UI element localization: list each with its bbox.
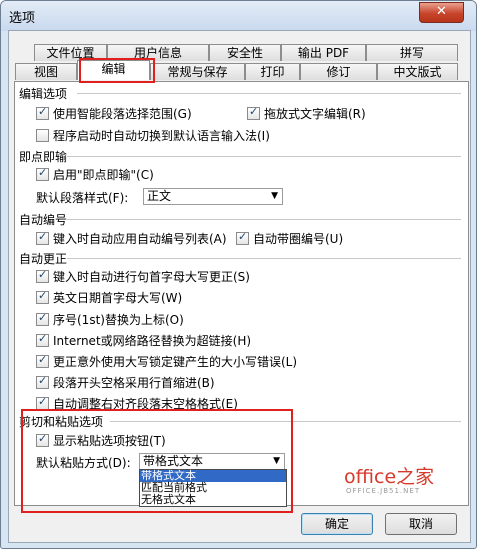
checkbox-box[interactable] — [36, 129, 49, 142]
click-and-type-checkbox[interactable]: 启用"即点即输"(C) — [36, 166, 154, 183]
section-divider — [77, 93, 461, 94]
tab-view[interactable]: 视图 — [15, 63, 77, 80]
tab-edit[interactable]: 编辑 — [77, 60, 150, 80]
cancel-button[interactable]: 取消 — [385, 513, 457, 535]
checkbox-label: Internet或网络路径替换为超链接(H) — [53, 334, 252, 348]
checkbox-box[interactable] — [36, 105, 49, 120]
drag-drop-checkbox[interactable]: 拖放式文字编辑(R) — [247, 105, 366, 122]
section-title-paste: 剪切和粘贴选项 — [19, 415, 104, 429]
circle-number-checkbox[interactable]: 自动带圈编号(U) — [236, 230, 343, 247]
tab-user-info[interactable]: 用户信息 — [107, 44, 209, 61]
dialog-title: 选项 — [9, 11, 36, 26]
autocorrect-right-align-checkbox[interactable]: 自动调整右对齐段落末空格格式(E) — [36, 395, 238, 412]
checkbox-label: 显示粘贴选项按钮(T) — [53, 434, 166, 448]
checkbox-label: 自动带圈编号(U) — [253, 232, 344, 246]
checkbox-box[interactable] — [36, 432, 49, 447]
checkbox-label: 段落开头空格采用行首缩进(B) — [53, 376, 215, 390]
section-divider — [67, 219, 461, 220]
chevron-down-icon: ▼ — [273, 456, 280, 466]
autocorrect-indent-checkbox[interactable]: 段落开头空格采用行首缩进(B) — [36, 374, 215, 391]
auto-switch-lang-checkbox[interactable]: 程序启动时自动切换到默认语言输入法(I) — [36, 127, 270, 144]
default-paste-label: 默认粘贴方式(D): — [36, 456, 131, 470]
default-style-select[interactable]: 正文 ▼ — [143, 188, 283, 205]
tab-file-location[interactable]: 文件位置 — [34, 44, 107, 61]
checkbox-label: 拖放式文字编辑(R) — [264, 107, 366, 121]
checkbox-label: 键入时自动应用自动编号列表(A) — [53, 232, 227, 246]
section-divider — [67, 156, 461, 157]
checkbox-box[interactable] — [247, 105, 260, 120]
checkbox-box[interactable] — [36, 268, 49, 283]
checkbox-label: 自动调整右对齐段落末空格格式(E) — [53, 397, 238, 411]
autocorrect-ordinal-checkbox[interactable]: 序号(1st)替换为上标(O) — [36, 311, 184, 328]
checkbox-box[interactable] — [236, 230, 249, 245]
section-title-click-and-type: 即点即输 — [19, 150, 68, 164]
checkbox-label: 使用智能段落选择范围(G) — [53, 107, 192, 121]
tab-label: 编辑 — [101, 62, 126, 76]
tab-print[interactable]: 打印 — [245, 63, 300, 80]
autocorrect-date-checkbox[interactable]: 英文日期首字母大写(W) — [36, 289, 182, 306]
tab-export-pdf[interactable]: 输出 PDF — [281, 44, 366, 61]
checkbox-box[interactable] — [36, 289, 49, 304]
tab-track-changes[interactable]: 修订 — [300, 63, 377, 80]
tab-spelling[interactable]: 拼写 — [366, 44, 458, 61]
options-dialog: 选项 ✕ 文件位置 用户信息 安全性 输出 PDF 拼写 视图 编辑 常规与保存… — [0, 0, 477, 549]
show-paste-button-checkbox[interactable]: 显示粘贴选项按钮(T) — [36, 432, 166, 449]
edit-tab-panel: 编辑选项 使用智能段落选择范围(G) 拖放式文字编辑(R) 程序启动时自动切换到… — [14, 81, 469, 507]
checkbox-label: 序号(1st)替换为上标(O) — [53, 313, 184, 327]
checkbox-box[interactable] — [36, 166, 49, 181]
tab-label: 常规与保存 — [167, 65, 228, 79]
tab-label: 视图 — [33, 65, 58, 79]
autocorrect-capitalize-checkbox[interactable]: 键入时自动进行句首字母大写更正(S) — [36, 268, 250, 285]
default-paste-select[interactable]: 带格式文本 ▼ — [139, 453, 285, 470]
select-value: 正文 — [147, 189, 172, 203]
checkbox-box[interactable] — [36, 395, 49, 410]
checkbox-box[interactable] — [36, 311, 49, 326]
tab-label: 中文版式 — [393, 65, 442, 79]
watermark-url: OFFICE.JB51.NET — [346, 487, 421, 495]
auto-number-list-checkbox[interactable]: 键入时自动应用自动编号列表(A) — [36, 230, 227, 247]
checkbox-label: 启用"即点即输"(C) — [53, 168, 154, 182]
section-divider — [110, 421, 461, 422]
checkbox-label: 英文日期首字母大写(W) — [53, 291, 183, 305]
tab-label: 修订 — [326, 65, 351, 79]
checkbox-box[interactable] — [36, 374, 49, 389]
section-title-autocorrect: 自动更正 — [19, 252, 68, 266]
autocorrect-hyperlink-checkbox[interactable]: Internet或网络路径替换为超链接(H) — [36, 332, 251, 349]
paste-options-dropdown: 带格式文本 匹配当前格式 无格式文本 — [139, 469, 287, 507]
section-divider — [67, 258, 461, 259]
autocorrect-capslock-checkbox[interactable]: 更正意外使用大写锁定键产生的大小写错误(L) — [36, 353, 297, 370]
close-button[interactable]: ✕ — [419, 2, 464, 23]
tab-label: 用户信息 — [133, 46, 182, 60]
section-title-auto-number: 自动编号 — [19, 213, 68, 227]
tab-label: 文件位置 — [46, 46, 95, 60]
chevron-down-icon: ▼ — [271, 191, 278, 201]
checkbox-label: 键入时自动进行句首字母大写更正(S) — [53, 270, 250, 284]
ok-button[interactable]: 确定 — [301, 513, 373, 535]
watermark-brand: office之家 — [344, 466, 435, 488]
watermark: office之家 OFFICE.JB51.NET — [344, 466, 435, 496]
tab-label: 安全性 — [226, 46, 263, 60]
tab-asian-typography[interactable]: 中文版式 — [377, 63, 458, 80]
section-title-edit: 编辑选项 — [19, 87, 68, 101]
tab-general-save[interactable]: 常规与保存 — [150, 63, 245, 80]
checkbox-box[interactable] — [36, 230, 49, 245]
checkbox-label: 程序启动时自动切换到默认语言输入法(I) — [53, 129, 270, 143]
close-icon: ✕ — [436, 4, 447, 19]
title-bar: 选项 ✕ — [1, 1, 476, 31]
tab-label: 打印 — [260, 65, 285, 79]
tab-label: 拼写 — [399, 46, 424, 60]
checkbox-box[interactable] — [36, 353, 49, 368]
checkbox-label: 更正意外使用大写锁定键产生的大小写错误(L) — [53, 355, 298, 369]
select-value: 带格式文本 — [143, 454, 204, 468]
checkbox-box[interactable] — [36, 332, 49, 347]
default-style-label: 默认段落样式(F): — [36, 191, 129, 205]
tab-label: 输出 PDF — [297, 46, 350, 60]
tab-security[interactable]: 安全性 — [209, 44, 281, 61]
smart-select-checkbox[interactable]: 使用智能段落选择范围(G) — [36, 105, 192, 122]
dropdown-option[interactable]: 无格式文本 — [140, 494, 286, 506]
